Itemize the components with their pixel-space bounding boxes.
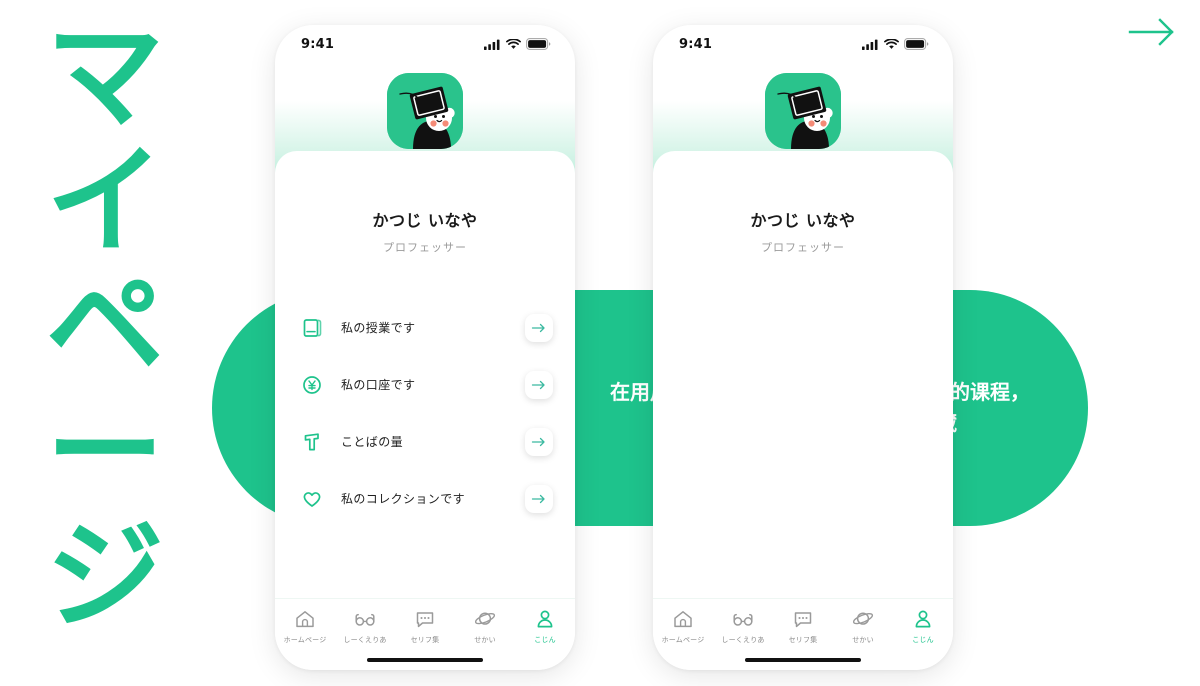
profile-hero <box>653 59 953 185</box>
glasses-icon <box>733 613 753 626</box>
tab-home[interactable]: ホームページ <box>275 608 335 645</box>
tab-label: セリフ集 <box>410 636 440 644</box>
phone-mockup-1: 9:41 かつじ いなや プロフェッサー 私の授業です 私の口座です ことばの量… <box>275 25 575 670</box>
glasses-icon <box>355 613 375 626</box>
title-char-2: イ <box>45 132 164 271</box>
tab-world[interactable]: せかい <box>455 608 515 645</box>
home-icon <box>296 611 314 628</box>
tab-label: こじん <box>912 636 934 644</box>
planet-icon <box>852 612 874 625</box>
tab-seek-area[interactable]: しーくえりあ <box>335 608 395 645</box>
battery-icon <box>526 38 551 50</box>
status-icons <box>484 38 551 50</box>
battery-icon <box>904 38 929 50</box>
menu-item-my-classes[interactable]: 私の授業です <box>275 299 575 356</box>
menu-item-my-collection[interactable]: 私のコレクションです <box>275 470 575 527</box>
menu-item-go-button[interactable] <box>525 313 553 342</box>
menu-item-go-button[interactable] <box>525 484 553 513</box>
heart-icon <box>303 491 321 507</box>
avatar[interactable] <box>387 73 463 149</box>
graduate-bear-avatar-icon <box>387 73 463 149</box>
menu-item-go-button[interactable] <box>525 427 553 456</box>
wifi-icon <box>506 38 521 49</box>
home-indicator <box>745 658 861 662</box>
bottom-tab-bar: ホームページ しーくえりあ セリフ集 せかい こじん <box>275 598 575 670</box>
tab-label: しーくえりあ <box>343 636 387 644</box>
avatar[interactable] <box>765 73 841 149</box>
menu-item-label: 私のコレクションです <box>341 492 466 506</box>
profile-info: かつじ いなや プロフェッサー <box>653 181 953 255</box>
profile-name: かつじ いなや <box>750 211 856 230</box>
status-bar: 9:41 <box>275 25 575 59</box>
person-icon <box>537 610 553 628</box>
status-bar: 9:41 <box>653 25 953 59</box>
tab-phrases[interactable]: セリフ集 <box>773 608 833 645</box>
menu-item-label: 私の授業です <box>341 321 416 335</box>
menu-item-my-account[interactable]: 私の口座です <box>275 356 575 413</box>
book-icon <box>303 318 322 337</box>
profile-card-top <box>275 151 575 185</box>
profile-info: かつじ いなや プロフェッサー <box>275 181 575 255</box>
tab-profile[interactable]: こじん <box>893 608 953 645</box>
profile-card-top <box>653 151 953 185</box>
tab-label: せかい <box>474 636 496 644</box>
tab-label: こじん <box>534 636 556 644</box>
arrow-right-icon <box>531 380 545 389</box>
menu-list: 私の授業です 私の口座です ことばの量 私のコレクションです <box>275 255 575 527</box>
planet-icon <box>474 612 496 625</box>
next-arrow-icon[interactable] <box>1122 10 1182 54</box>
speech-bubble-icon <box>794 612 812 628</box>
person-icon <box>915 610 931 628</box>
profile-name: かつじ いなや <box>372 211 478 230</box>
tab-world[interactable]: せかい <box>833 608 893 645</box>
tab-home[interactable]: ホームページ <box>653 608 713 645</box>
home-icon <box>674 611 692 628</box>
arrow-right-icon <box>531 437 545 446</box>
title-char-4: ー <box>45 382 164 521</box>
profile-hero <box>275 59 575 185</box>
arrow-right-icon <box>531 323 545 332</box>
bottom-tab-bar: ホームページ しーくえりあ セリフ集 せかい こじん <box>653 598 953 670</box>
title-char-3: ペ <box>45 257 164 396</box>
tab-phrases[interactable]: セリフ集 <box>395 608 455 645</box>
graduate-bear-avatar-icon <box>765 73 841 149</box>
home-indicator <box>367 658 483 662</box>
tab-seek-area[interactable]: しーくえりあ <box>713 608 773 645</box>
title-char-5: ジ <box>45 507 164 646</box>
tab-label: ホームページ <box>283 636 327 644</box>
profile-role: プロフェッサー <box>761 241 845 254</box>
tab-label: しーくえりあ <box>721 636 765 644</box>
tab-label: セリフ集 <box>788 636 818 644</box>
tab-label: ホームページ <box>661 636 705 644</box>
arrow-right-icon <box>531 494 545 503</box>
menu-item-vocabulary[interactable]: ことばの量 <box>275 413 575 470</box>
status-icons <box>862 38 929 50</box>
cellular-signal-icon <box>484 39 500 50</box>
speech-bubble-icon <box>416 612 434 628</box>
title-char-1: マ <box>45 7 164 145</box>
page-title: マ イ ペ ー ジ <box>30 7 180 674</box>
wifi-icon <box>884 38 899 49</box>
menu-item-go-button[interactable] <box>525 370 553 399</box>
cellular-signal-icon <box>862 39 878 50</box>
tab-label: せかい <box>852 636 874 644</box>
text-t-icon <box>304 432 319 450</box>
profile-role: プロフェッサー <box>383 241 467 254</box>
phone-mockup-2: 9:41 かつじ いなや プロフェッサー ホームページ しーくえりあ セリフ集 … <box>653 25 953 670</box>
yen-coin-icon <box>303 375 321 394</box>
menu-item-label: ことばの量 <box>341 435 404 449</box>
tab-profile[interactable]: こじん <box>515 608 575 645</box>
status-time: 9:41 <box>679 36 713 52</box>
menu-item-label: 私の口座です <box>341 378 416 392</box>
status-time: 9:41 <box>301 36 335 52</box>
